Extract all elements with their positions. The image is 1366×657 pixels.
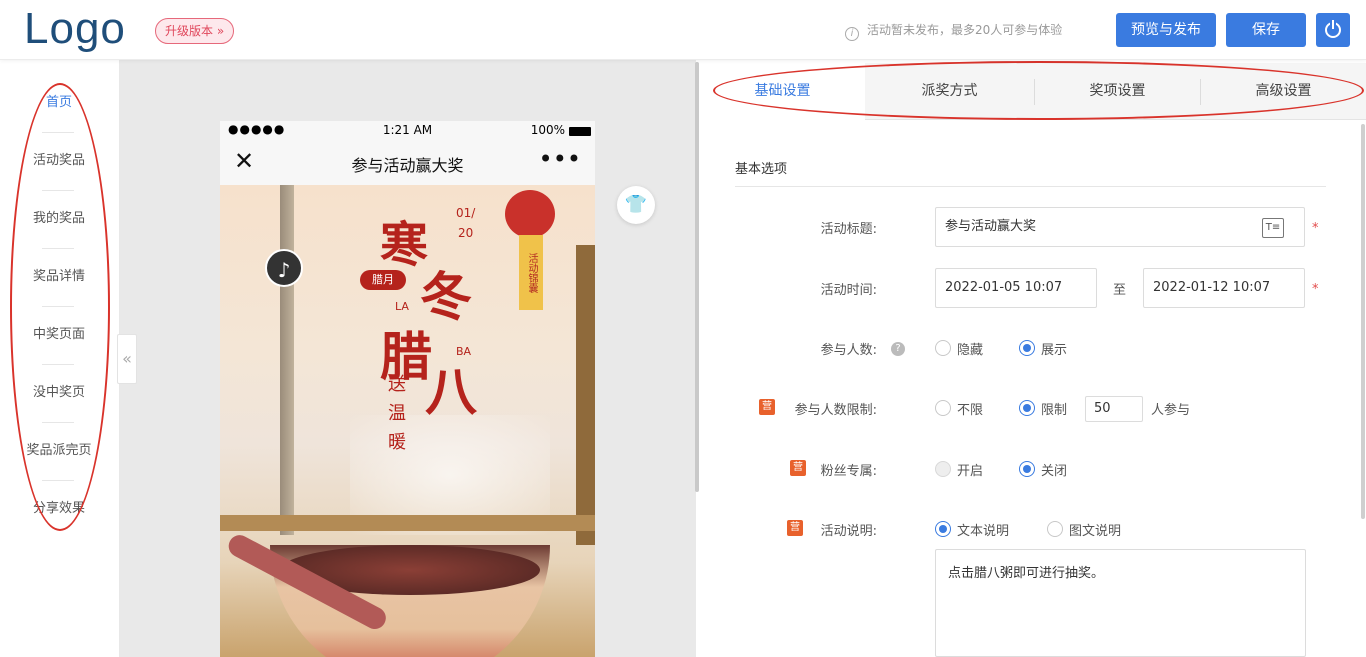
- poster-image: 活动锦囊 ♪ 01/20 寒 腊月 冬 LA 腊 BA 八 送温暖: [220, 185, 595, 657]
- desc-image-text-label[interactable]: 图文说明: [1069, 520, 1121, 539]
- theme-shirt-icon[interactable]: 👕: [617, 186, 655, 224]
- sidebar-divider: [42, 190, 74, 191]
- fans-only-label: 粉丝专属:: [820, 464, 877, 479]
- music-icon[interactable]: ♪: [265, 249, 303, 287]
- phone-nav-bar: ✕ 参与活动赢大奖 •••: [220, 141, 595, 185]
- info-icon: i: [845, 27, 859, 41]
- description-label: 活动说明:: [820, 524, 877, 539]
- participants-hide-label[interactable]: 隐藏: [957, 339, 983, 358]
- tab-advanced-settings[interactable]: 高级设置: [1201, 63, 1366, 120]
- fans-off-radio[interactable]: [1019, 461, 1035, 477]
- more-icon[interactable]: •••: [539, 145, 581, 173]
- phone-status-bar: ●●●●● 1:21 AM 100%: [220, 121, 595, 141]
- text-format-icon[interactable]: T≡: [1262, 218, 1284, 238]
- limit-limited-radio[interactable]: [1019, 400, 1035, 416]
- sidebar-divider: [42, 306, 74, 307]
- poster-month-badge: 腊月: [360, 270, 406, 290]
- upgrade-version-button[interactable]: 升级版本 »: [155, 18, 235, 44]
- poster-date-month: 01/: [456, 206, 476, 220]
- sidebar-divider: [42, 480, 74, 481]
- start-time-input[interactable]: 2022-01-05 10:07: [935, 268, 1097, 308]
- lantern-tag[interactable]: 活动锦囊: [519, 235, 543, 310]
- sidebar-divider: [42, 132, 74, 133]
- help-icon[interactable]: ?: [891, 342, 905, 356]
- battery-icon: [569, 127, 591, 136]
- window-frame: [280, 185, 294, 535]
- top-header: Logo 升级版本 » i 活动暂未发布，最多20人可参与体验 预览与发布 保存: [0, 0, 1366, 60]
- fans-on-radio[interactable]: [935, 461, 951, 477]
- publish-notice-text: 活动暂未发布，最多20人可参与体验: [867, 23, 1063, 37]
- participants-show-radio[interactable]: [1019, 340, 1035, 356]
- sidebar-item-win-page[interactable]: 中奖页面: [0, 325, 118, 345]
- save-button[interactable]: 保存: [1226, 13, 1306, 47]
- limit-suffix: 人参与: [1151, 403, 1191, 418]
- limit-limited-label[interactable]: 限制: [1041, 399, 1067, 418]
- logo: Logo: [24, 4, 126, 53]
- limit-count-input[interactable]: 50: [1085, 396, 1143, 422]
- poster-char-ba: 八: [425, 362, 478, 423]
- desc-image-text-radio[interactable]: [1047, 521, 1063, 537]
- section-title: 基本选项: [735, 162, 788, 177]
- sidebar-item-my-prizes[interactable]: 我的奖品: [0, 209, 118, 229]
- participants-show-label[interactable]: 展示: [1041, 339, 1067, 358]
- sidebar-divider: [42, 422, 74, 423]
- lantern-icon: [505, 190, 555, 238]
- preview-scrollbar[interactable]: [695, 62, 699, 492]
- activity-title-input[interactable]: 参与活动赢大奖: [935, 207, 1305, 247]
- poster-song-wen-nuan: 送温暖: [388, 374, 406, 453]
- activity-title-label: 活动标题:: [820, 222, 877, 237]
- sidebar-item-prizes-gone-page[interactable]: 奖品派完页: [0, 441, 118, 461]
- power-button[interactable]: [1316, 13, 1350, 47]
- ying-badge-icon: 营: [759, 399, 775, 415]
- settings-tabs: 基础设置 派奖方式 奖项设置 高级设置: [700, 63, 1366, 121]
- limit-unlimited-label[interactable]: 不限: [957, 399, 983, 418]
- publish-notice: i 活动暂未发布，最多20人可参与体验: [845, 21, 1063, 41]
- desc-text-radio[interactable]: [935, 521, 951, 537]
- poster-date: 01/20: [456, 203, 475, 243]
- sidebar-item-share-effect[interactable]: 分享效果: [0, 499, 118, 519]
- fans-off-label[interactable]: 关闭: [1041, 460, 1067, 479]
- participants-hide-radio[interactable]: [935, 340, 951, 356]
- description-textarea[interactable]: 点击腊八粥即可进行抽奖。: [935, 549, 1306, 657]
- desc-text-label[interactable]: 文本说明: [957, 520, 1009, 539]
- poster-date-day: 20: [458, 226, 474, 240]
- sidebar-divider: [42, 248, 74, 249]
- tab-prize-delivery[interactable]: 派奖方式: [866, 63, 1033, 120]
- window-sill: [220, 515, 595, 531]
- time-to-label: 至: [1113, 283, 1127, 298]
- status-battery-text: 100%: [530, 123, 565, 137]
- limit-unlimited-radio[interactable]: [935, 400, 951, 416]
- tab-basic-settings[interactable]: 基础设置: [700, 63, 865, 121]
- sidebar-item-home[interactable]: 首页: [0, 93, 118, 113]
- section-divider: [735, 186, 1326, 187]
- required-mark: *: [1312, 282, 1319, 297]
- preview-publish-button[interactable]: 预览与发布: [1116, 13, 1216, 47]
- sidebar-item-no-win-page[interactable]: 没中奖页: [0, 383, 118, 403]
- page-sidebar: 首页 活动奖品 我的奖品 奖品详情 中奖页面 没中奖页 奖品派完页 分享效果: [0, 60, 120, 657]
- fans-on-label[interactable]: 开启: [957, 460, 983, 479]
- sidebar-item-prize-details[interactable]: 奖品详情: [0, 267, 118, 287]
- phone-preview: ●●●●● 1:21 AM 100% ✕ 参与活动赢大奖 ••• 活动锦囊 ♪ …: [220, 121, 595, 657]
- sidebar-divider: [42, 364, 74, 365]
- sidebar-item-activity-prizes[interactable]: 活动奖品: [0, 151, 118, 171]
- end-time-input[interactable]: 2022-01-12 10:07: [1143, 268, 1305, 308]
- power-icon: [1325, 20, 1341, 38]
- tab-prize-settings[interactable]: 奖项设置: [1035, 63, 1200, 120]
- poster-la-en: LA: [395, 300, 409, 313]
- activity-time-label: 活动时间:: [820, 283, 877, 298]
- settings-scrollbar[interactable]: [1361, 124, 1365, 519]
- participants-label: 参与人数:: [820, 343, 877, 358]
- required-mark: *: [1312, 221, 1319, 236]
- window-frame-right: [576, 245, 595, 545]
- participant-limit-label: 参与人数限制:: [794, 403, 877, 418]
- collapse-sidebar-button[interactable]: «: [117, 334, 137, 384]
